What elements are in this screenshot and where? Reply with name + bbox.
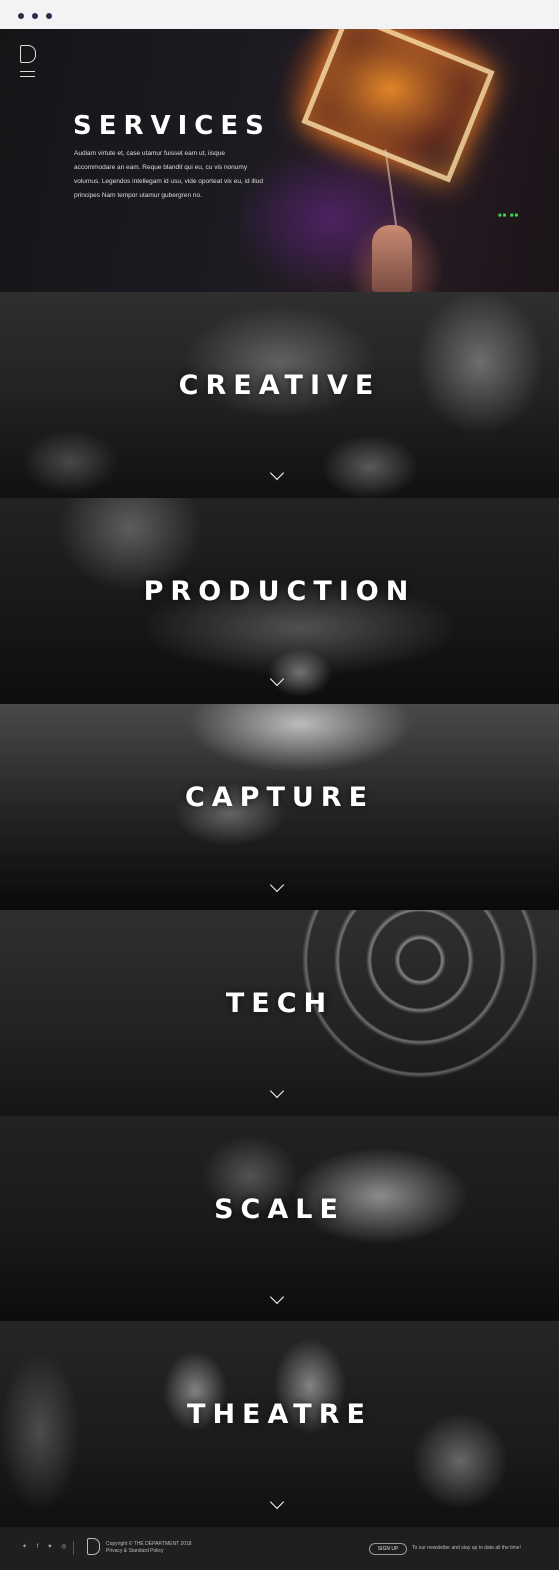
hero-image-rope	[384, 149, 398, 229]
privacy-link[interactable]: Privacy & Standard Policy	[106, 1548, 192, 1555]
hero-description: Audiam virtute et, case utamur fuisset e…	[74, 150, 263, 199]
service-label: SCALE	[214, 1194, 345, 1225]
service-production[interactable]: PRODUCTION	[0, 498, 559, 704]
logo-icon[interactable]	[87, 1538, 100, 1555]
service-creative[interactable]: CREATIVE	[0, 292, 559, 498]
window-dot[interactable]	[46, 13, 52, 19]
service-label: PRODUCTION	[143, 576, 416, 607]
page: SERVICES Audiam virtute et, case utamur …	[0, 29, 559, 1570]
copyright: Copyright © THE DEPARTMENT 2018 Privacy …	[106, 1541, 192, 1555]
service-label: THEATRE	[187, 1399, 372, 1430]
window-dot[interactable]	[32, 13, 38, 19]
service-tech[interactable]: TECH	[0, 910, 559, 1116]
hero-image-fire-cube	[301, 29, 495, 183]
copyright-text: Copyright © THE DEPARTMENT 2018	[106, 1541, 192, 1547]
logo-icon[interactable]	[20, 45, 36, 63]
hero-image-performer	[372, 225, 412, 292]
page-title: SERVICES	[73, 111, 271, 141]
service-scale[interactable]: SCALE	[0, 1116, 559, 1322]
newsletter-text: To our newsletter and stay up to date al…	[412, 1545, 521, 1551]
divider	[73, 1541, 74, 1555]
footer: ✦ f ♥ ◎ Copyright © THE DEPARTMENT 2018 …	[0, 1527, 559, 1570]
service-label: CREATIVE	[178, 370, 381, 401]
menu-icon[interactable]	[20, 71, 35, 81]
hero: SERVICES Audiam virtute et, case utamur …	[0, 29, 559, 292]
service-theatre[interactable]: THEATRE	[0, 1321, 559, 1527]
browser-bar	[0, 0, 559, 29]
signup-button[interactable]: SIGN UP	[369, 1543, 407, 1555]
social-icons[interactable]: ✦ f ♥ ◎	[22, 1543, 71, 1550]
service-label: TECH	[225, 988, 334, 1019]
hero-status-marks: ■■ ■■	[498, 213, 520, 219]
service-capture[interactable]: CAPTURE	[0, 704, 559, 910]
window-dot[interactable]	[18, 13, 24, 19]
service-label: CAPTURE	[184, 782, 375, 813]
